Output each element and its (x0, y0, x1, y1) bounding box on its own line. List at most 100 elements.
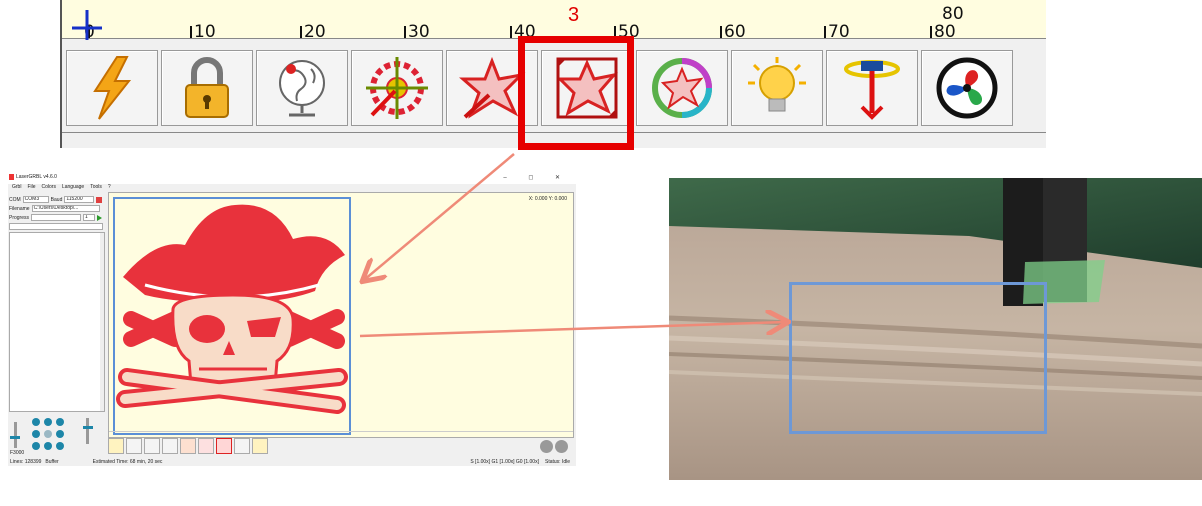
filename-row: Filename C:\Users\Desktop\... (9, 205, 100, 212)
menu-colors[interactable]: Colors (42, 184, 56, 192)
progress-bar (31, 214, 82, 221)
callout-number: 3 (568, 4, 580, 26)
canvas-horizontal-ruler (109, 431, 573, 437)
jog-up-right-button[interactable] (56, 418, 64, 426)
ruler-label: 70 (828, 22, 850, 42)
star-cycle-icon (652, 58, 712, 118)
status-lines: Lines: 128399 (10, 459, 42, 465)
com-select[interactable]: COM3 (22, 196, 49, 203)
stop-button[interactable] (555, 440, 568, 453)
step-slider-thumb[interactable] (83, 426, 93, 429)
lightbulb-icon (748, 57, 806, 112)
status-overrides: S [1.00x] G1 [1.00x] G0 [1.00x] (470, 459, 539, 465)
jog-down-button[interactable] (44, 442, 52, 450)
star-engrave-icon (459, 56, 526, 119)
ruler-tick (824, 26, 826, 38)
window-controls[interactable]: – ◻ ✕ (503, 174, 570, 181)
ruler-label: 30 (408, 22, 430, 42)
jog-up-button[interactable] (44, 418, 52, 426)
pirate-skull-image (116, 204, 348, 414)
engraving-photo (669, 178, 1202, 480)
console-scrollbar[interactable] (100, 233, 104, 411)
globe-icon (279, 60, 325, 117)
unlock-small-button[interactable] (144, 438, 160, 454)
jog-left-button[interactable] (32, 430, 40, 438)
run-icon[interactable] (97, 214, 103, 221)
goto-target-button[interactable] (351, 50, 443, 126)
bottom-toolbar (108, 438, 268, 456)
globe-button[interactable] (256, 50, 348, 126)
z-axis-button[interactable] (826, 50, 918, 126)
jog-right-button[interactable] (56, 430, 64, 438)
left-panel: COM COM3 Baud 115200 Filename C:\Users\D… (8, 192, 106, 456)
ruler-tick (930, 26, 932, 38)
connect-icon[interactable] (96, 196, 103, 203)
jog-panel: F3000 (10, 416, 104, 456)
status-bar: Lines: 128399 Buffer Estimated Time: 68 … (8, 458, 576, 466)
callout-highlight-frame-button (518, 36, 634, 150)
ruler-label: 80 (934, 22, 956, 42)
app-icon (9, 174, 14, 180)
padlock-icon (185, 57, 229, 118)
coordinate-readout: X: 0.000 Y: 0.000 (528, 196, 567, 202)
z-axis-small-button[interactable] (234, 438, 250, 454)
progress-count[interactable]: 1 (83, 214, 96, 221)
origin-cross-icon (72, 10, 102, 40)
baud-label: Baud (50, 196, 63, 203)
cycle-engrave-button[interactable] (636, 50, 728, 126)
ruler-edge-label: 80 (942, 4, 964, 24)
ruler-tick (300, 26, 302, 38)
speed-label: F3000 (10, 450, 25, 456)
run-controls (540, 440, 568, 453)
target-small-button[interactable] (180, 438, 196, 454)
crosshair-target-icon (366, 57, 428, 119)
laser-light-button[interactable] (731, 50, 823, 126)
lasergrbl-window: LaserGRBL v4.6.0 – ◻ ✕ Grbl File Colors … (8, 172, 576, 466)
connect-button[interactable] (66, 50, 158, 126)
menu-file[interactable]: File (27, 184, 35, 192)
ruler-tick (720, 26, 722, 38)
lightning-icon (93, 56, 132, 120)
com-label: COM (9, 196, 21, 203)
menu-grbl[interactable]: Grbl (12, 184, 21, 192)
com-row: COM COM3 Baud 115200 (9, 196, 103, 203)
ruler-label: 10 (194, 22, 216, 42)
baud-select[interactable]: 115200 (64, 196, 95, 203)
preview-canvas[interactable]: X: 0.000 Y: 0.000 (108, 192, 574, 438)
light-small-button[interactable] (252, 438, 268, 454)
jog-down-right-button[interactable] (56, 442, 64, 450)
z-axis-icon (844, 60, 900, 120)
frame-small-button[interactable] (216, 438, 232, 454)
status-state: Status: Idle (544, 459, 570, 465)
unlock-button[interactable] (161, 50, 253, 126)
ruler-tick (404, 26, 406, 38)
step-slider[interactable] (86, 418, 89, 444)
status-buffer: Buffer (45, 459, 59, 465)
console-log (9, 232, 105, 412)
menu-tools[interactable]: Tools (90, 184, 102, 192)
menu-bar: Grbl File Colors Language Tools ? (8, 184, 576, 192)
design-selection-frame (113, 197, 351, 435)
fan-button[interactable] (921, 50, 1013, 126)
ruler: 0 10 20 30 40 50 60 70 80 80 (62, 0, 1046, 42)
command-input[interactable] (9, 223, 103, 230)
progress-row: Progress 1 (9, 214, 103, 221)
title-bar: LaserGRBL v4.6.0 – ◻ ✕ (8, 172, 576, 184)
jog-up-left-button[interactable] (32, 418, 40, 426)
connect-small-button[interactable] (108, 438, 124, 454)
ruler-label: 20 (304, 22, 326, 42)
jog-home-button[interactable] (44, 430, 52, 438)
menu-help[interactable]: ? (108, 184, 111, 192)
speed-slider-thumb[interactable] (10, 436, 20, 439)
jog-down-left-button[interactable] (32, 442, 40, 450)
ruler-tick (510, 26, 512, 38)
run-button[interactable] (540, 440, 553, 453)
engraving-area-frame (789, 282, 1047, 434)
ruler-tick (190, 26, 192, 38)
filename-field[interactable]: C:\Users\Desktop\... (31, 205, 100, 212)
reset-small-button[interactable] (126, 438, 142, 454)
menu-language[interactable]: Language (62, 184, 84, 192)
speed-slider[interactable] (14, 422, 17, 448)
engrave-small-button[interactable] (198, 438, 214, 454)
globe-small-button[interactable] (162, 438, 178, 454)
